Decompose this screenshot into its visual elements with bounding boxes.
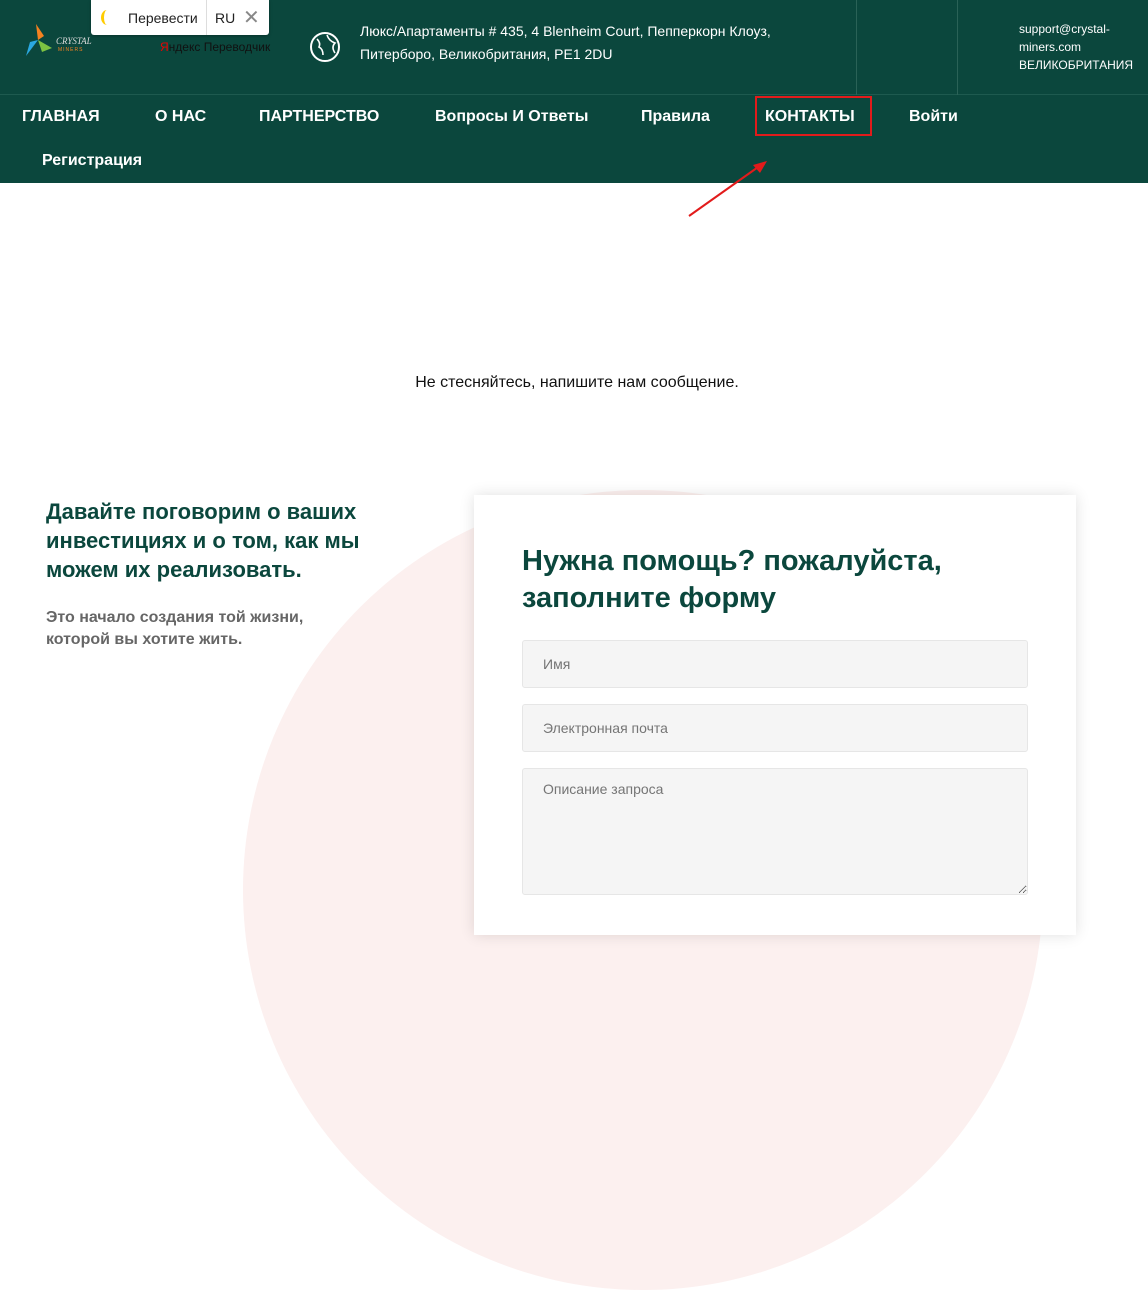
nav-rules[interactable]: Правила [641, 108, 710, 126]
email-link[interactable]: support@crystal- [1019, 20, 1133, 38]
translate-button[interactable]: Перевести [128, 10, 198, 26]
divider [856, 0, 857, 95]
address: Люкс/Апартаменты # 435, 4 Blenheim Court… [360, 20, 771, 66]
address-line: Люкс/Апартаменты # 435, 4 Blenheim Court… [360, 23, 771, 39]
nav-partnership[interactable]: ПАРТНЕРСТВО [259, 108, 379, 126]
divider [206, 0, 207, 35]
nav-home[interactable]: ГЛАВНАЯ [22, 108, 100, 126]
globe-icon [310, 32, 340, 62]
form-title: Нужна помощь? пожалуйста, заполните форм… [522, 545, 942, 614]
address-line: Питерборо, Великобритания, PE1 2DU [360, 46, 613, 62]
left-heading: Давайте поговорим о ваших инвестициях и … [46, 499, 360, 582]
provider-rest: ндекс Переводчик [168, 40, 271, 54]
nav-faq[interactable]: Вопросы И Ответы [435, 108, 588, 126]
logo-text: CRYSTAL [56, 36, 92, 46]
nav-login[interactable]: Войти [909, 108, 958, 126]
intro-message: Не стесняйтесь, напишите нам сообщение. [415, 374, 739, 391]
nav-about[interactable]: О НАС [155, 108, 206, 126]
yandex-translator-label: Яндекс Переводчик [160, 40, 270, 54]
contact-form-card: Нужна помощь? пожалуйста, заполните форм… [474, 495, 1076, 935]
top-header: CRYSTAL MINERS Перевести RU ✕ Яндекс Пер… [0, 0, 1148, 95]
site-logo[interactable]: CRYSTAL MINERS [24, 22, 94, 58]
highlight-box [755, 96, 872, 136]
contact-info: support@crystal-miners.com ВЕЛИКОБРИТАНИЯ [1019, 20, 1133, 74]
main-nav: ГЛАВНАЯ О НАС ПАРТНЕРСТВО Вопросы И Отве… [0, 95, 1148, 183]
description-textarea[interactable] [522, 768, 1028, 895]
email-input[interactable] [522, 704, 1028, 752]
nav-register[interactable]: Регистрация [42, 152, 142, 170]
logo-icon [26, 24, 52, 56]
annotation-arrow-icon [688, 161, 767, 217]
left-subtext: Это начало создания той жизни, которой в… [46, 609, 304, 648]
close-icon[interactable]: ✕ [243, 5, 260, 30]
country: ВЕЛИКОБРИТАНИЯ [1019, 58, 1134, 72]
provider-prefix: Я [160, 40, 169, 54]
loading-icon [101, 10, 113, 25]
divider [957, 0, 958, 95]
email-link[interactable]: miners.com [1019, 38, 1133, 56]
yandex-translate-bar: Перевести RU ✕ [91, 0, 269, 35]
language-select[interactable]: RU [215, 10, 235, 26]
name-input[interactable] [522, 640, 1028, 688]
logo-subtext: MINERS [58, 47, 84, 53]
